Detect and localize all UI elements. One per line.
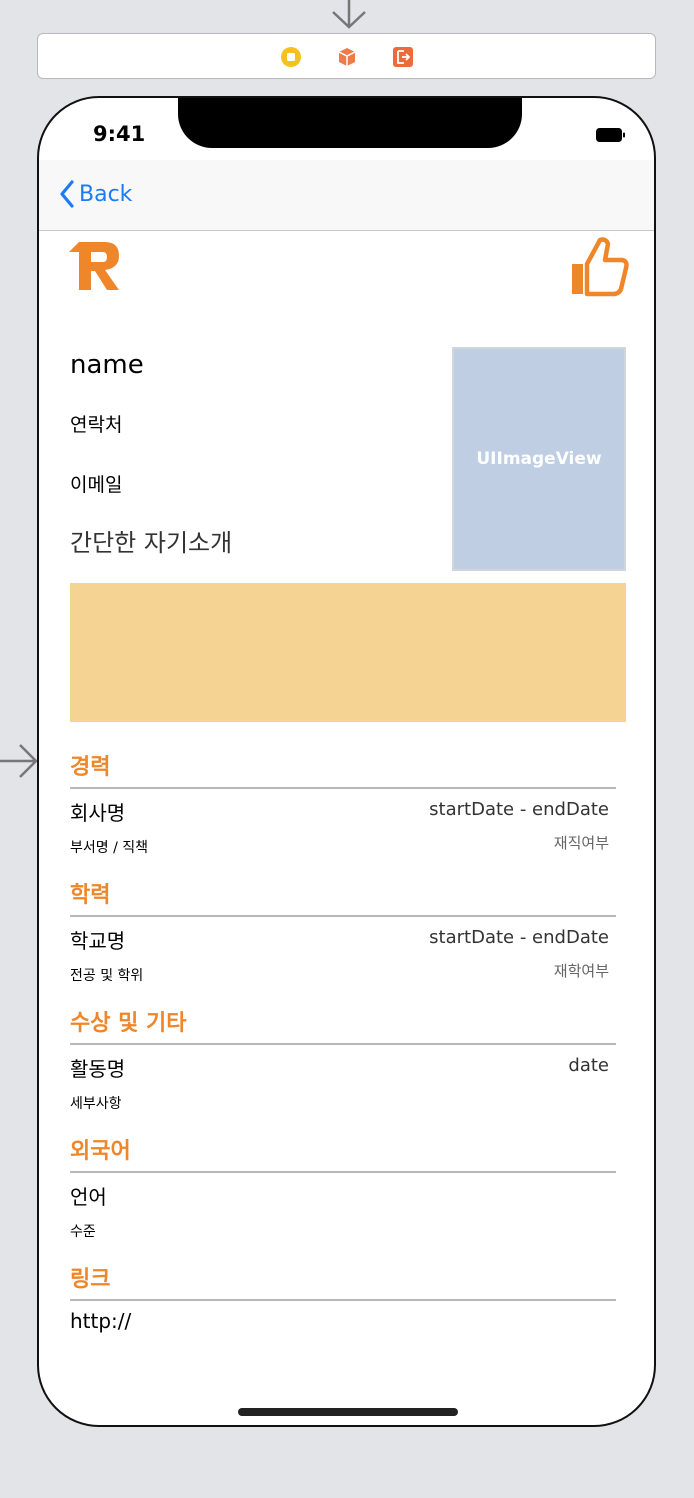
back-button[interactable]: Back (59, 180, 132, 208)
divider (70, 787, 616, 789)
language-title: 외국어 (70, 1139, 131, 1164)
exit-icon[interactable] (392, 46, 414, 68)
links-title: 링크 (70, 1267, 111, 1292)
email-label: 이메일 (70, 474, 123, 496)
divider (70, 1043, 616, 1045)
dept-label: 부서명 / 직책 (70, 840, 149, 856)
profile-image[interactable]: UIImageView (452, 347, 626, 571)
intro-text-area[interactable] (70, 583, 626, 722)
name-label: name (70, 350, 144, 380)
education-dates: startDate - endDate (429, 927, 609, 948)
home-indicator (238, 1408, 458, 1416)
intro-label: 간단한 자기소개 (70, 529, 233, 557)
arrow-down-icon (332, 0, 366, 29)
scene-dock (37, 33, 656, 79)
level-label: 수준 (70, 1224, 96, 1240)
divider (70, 1171, 616, 1173)
divider (70, 1299, 616, 1301)
logo-r-icon (69, 242, 119, 290)
arrow-right-icon (0, 744, 38, 778)
battery-icon (596, 128, 625, 142)
career-title: 경력 (70, 755, 111, 780)
link-url[interactable]: http:// (70, 1309, 616, 1333)
back-label: Back (79, 181, 133, 207)
activity-date: date (568, 1055, 609, 1076)
language-section: 외국어 언어 수준 (70, 1133, 616, 1241)
education-title: 학력 (70, 883, 111, 908)
status-time: 9:41 (93, 122, 146, 146)
education-status: 재학여부 (553, 962, 609, 980)
links-section: 링크 http:// (70, 1261, 616, 1333)
language-label: 언어 (70, 1185, 107, 1209)
navigation-bar: Back (39, 160, 654, 231)
awards-title: 수상 및 기타 (70, 1011, 187, 1036)
phone-screen: 9:41 Back name 연락처 이메일 간단한 자기소개 UIImageV… (37, 96, 656, 1427)
back-chevron-icon (60, 180, 74, 208)
career-status: 재직여부 (553, 834, 609, 852)
thumbs-up-icon[interactable] (568, 234, 630, 298)
education-section: 학력 학교명 startDate - endDate 전공 및 학위 재학여부 (70, 877, 616, 985)
contact-label: 연락처 (70, 414, 123, 436)
view-controller-icon[interactable] (280, 46, 302, 68)
activity-detail: 세부사항 (70, 1096, 122, 1112)
divider (70, 915, 616, 917)
awards-section: 수상 및 기타 활동명 date 세부사항 (70, 1005, 616, 1113)
major-label: 전공 및 학위 (70, 968, 144, 984)
activity-label: 활동명 (70, 1057, 126, 1081)
notch (178, 98, 522, 148)
career-section: 경력 회사명 startDate - endDate 부서명 / 직책 재직여부 (70, 749, 616, 857)
first-responder-icon[interactable] (336, 46, 358, 68)
career-dates: startDate - endDate (429, 799, 609, 820)
